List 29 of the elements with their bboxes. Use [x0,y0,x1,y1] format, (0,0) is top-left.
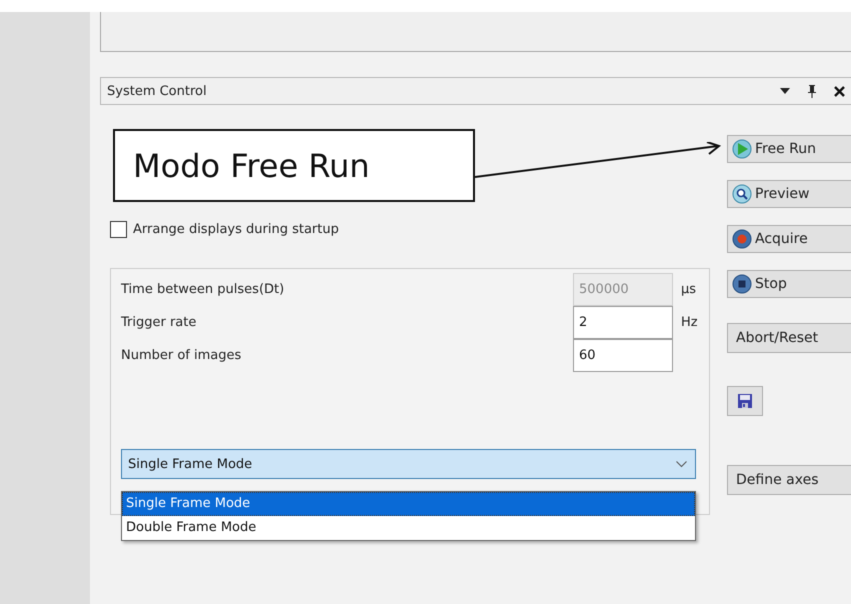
magnifier-icon [732,184,752,204]
acquire-button[interactable]: Acquire [727,225,851,253]
chevron-icon [676,460,687,468]
pin-icon[interactable] [807,84,817,98]
dropdown-option[interactable]: Double Frame Mode [122,516,695,540]
save-button[interactable] [727,386,763,416]
mode-dropdown[interactable]: Single Frame Mode [121,449,696,479]
text-button[interactable]: Abort/Reset [727,323,851,353]
unit-label: µs [681,282,696,297]
checkbox[interactable] [110,221,127,238]
stop-icon [732,274,752,294]
text-button[interactable]: Define axes [727,465,851,495]
checkbox-label: Arrange displays during startup [133,222,339,237]
unit-label: Hz [681,315,698,330]
play-icon [732,139,752,159]
field-label: Trigger rate [121,315,198,330]
annotation-label: Modo Free Run [113,129,475,202]
input-field[interactable]: 60 [573,339,673,372]
field-label: Number of images [121,348,242,363]
stop-button[interactable]: Stop [727,270,851,298]
dropdown-option[interactable]: Single Frame Mode [122,492,695,516]
input-field[interactable]: 2 [573,306,673,339]
field-label: Time between pulses(Dt) [121,282,286,297]
record-icon [732,229,752,249]
preview-button[interactable]: Preview [727,180,851,208]
panel-title: System Control [107,84,207,98]
close-icon[interactable] [834,86,845,96]
dropdown-icon[interactable] [780,88,790,94]
run-button[interactable]: Free Run [727,135,851,163]
